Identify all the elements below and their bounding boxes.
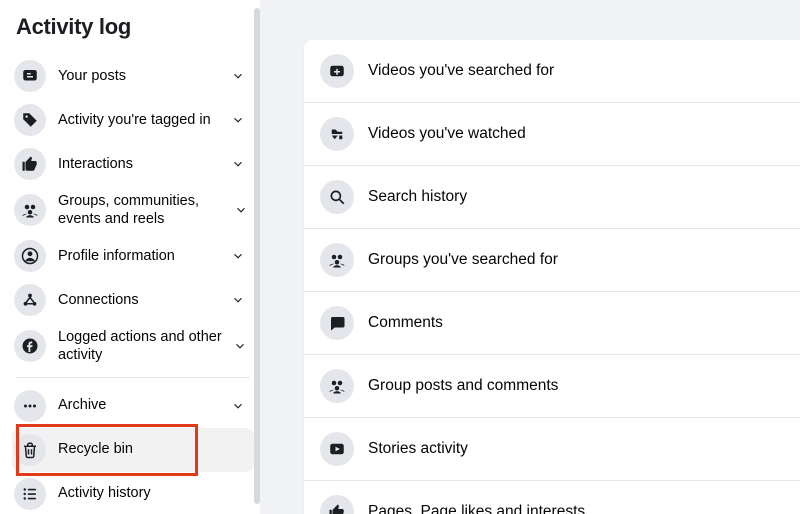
video-watched-icon (320, 117, 354, 151)
stories-icon (320, 432, 354, 466)
chevron-down-icon (234, 200, 248, 220)
sidebar-item-activity-you-re-tagged-in[interactable]: Activity you're tagged in (12, 98, 254, 142)
sidebar-item-label: Your posts (46, 67, 228, 85)
sidebar-item-label: Logged actions and other activity (46, 328, 232, 364)
sidebar-item-label: Connections (46, 291, 228, 309)
activity-row-search-history[interactable]: Search history (304, 166, 800, 229)
video-plus-icon (320, 54, 354, 88)
chevron-down-icon (228, 246, 248, 266)
trash-icon (14, 434, 46, 466)
activity-row-videos-you-ve-searched-for[interactable]: Videos you've searched for (304, 40, 800, 103)
chevron-down-icon (232, 336, 248, 356)
chevron-down-icon (228, 66, 248, 86)
activity-row-label: Group posts and comments (354, 377, 558, 395)
sidebar-item-connections[interactable]: Connections (12, 278, 254, 322)
sidebar-item-label: Groups, communities, events and reels (46, 192, 234, 228)
activity-row-label: Pages, Page likes and interests (354, 503, 585, 514)
sidebar-list: Your posts Activity you're tagged in Inter… (12, 54, 254, 514)
main-area: Videos you've searched for Videos you've … (260, 0, 800, 514)
page-title: Activity log (16, 14, 254, 40)
groups-icon (320, 243, 354, 277)
sidebar-divider (16, 377, 250, 378)
like-icon (14, 148, 46, 180)
facebook-icon (14, 330, 46, 362)
sidebar-item-profile-information[interactable]: Profile information (12, 234, 254, 278)
sidebar-item-recycle-bin[interactable]: Recycle bin (12, 428, 254, 472)
profile-icon (14, 240, 46, 272)
groups-icon (320, 369, 354, 403)
activity-panel: Videos you've searched for Videos you've … (304, 40, 800, 514)
sidebar-item-label: Profile information (46, 247, 228, 265)
chevron-down-icon (228, 396, 248, 416)
groups-icon (14, 194, 46, 226)
activity-row-label: Videos you've watched (354, 125, 526, 143)
sidebar-item-your-posts[interactable]: Your posts (12, 54, 254, 98)
sidebar-item-activity-history[interactable]: Activity history (12, 472, 254, 514)
sidebar-item-label: Recycle bin (46, 440, 248, 458)
sidebar: Activity log Your posts Activity you're t… (0, 0, 260, 514)
connections-icon (14, 284, 46, 316)
activity-row-group-posts-and-comments[interactable]: Group posts and comments (304, 355, 800, 418)
chevron-down-icon (228, 290, 248, 310)
activity-row-label: Videos you've searched for (354, 62, 554, 80)
activity-row-groups-you-ve-searched-for[interactable]: Groups you've searched for (304, 229, 800, 292)
activity-row-label: Groups you've searched for (354, 251, 558, 269)
chevron-down-icon (228, 154, 248, 174)
comment-icon (320, 306, 354, 340)
activity-row-label: Stories activity (354, 440, 468, 458)
activity-row-label: Search history (354, 188, 467, 206)
chevron-down-icon (228, 110, 248, 130)
sidebar-item-logged-actions-and-other-activity[interactable]: Logged actions and other activity (12, 322, 254, 370)
tag-icon (14, 104, 46, 136)
list-icon (14, 478, 46, 510)
sidebar-item-groups-communities-events-and-reels[interactable]: Groups, communities, events and reels (12, 186, 254, 234)
search-icon (320, 180, 354, 214)
sidebar-scrollbar[interactable] (254, 8, 260, 504)
sidebar-item-label: Archive (46, 396, 228, 414)
sidebar-item-label: Activity history (46, 484, 248, 502)
sidebar-item-label: Activity you're tagged in (46, 111, 228, 129)
like-icon (320, 495, 354, 514)
activity-row-label: Comments (354, 314, 443, 332)
ellipsis-icon (14, 390, 46, 422)
sidebar-item-archive[interactable]: Archive (12, 384, 254, 428)
post-icon (14, 60, 46, 92)
sidebar-item-label: Interactions (46, 155, 228, 173)
activity-row-videos-you-ve-watched[interactable]: Videos you've watched (304, 103, 800, 166)
activity-row-comments[interactable]: Comments (304, 292, 800, 355)
sidebar-item-interactions[interactable]: Interactions (12, 142, 254, 186)
activity-row-stories-activity[interactable]: Stories activity (304, 418, 800, 481)
activity-row-pages-page-likes-and-interests[interactable]: Pages, Page likes and interests (304, 481, 800, 514)
